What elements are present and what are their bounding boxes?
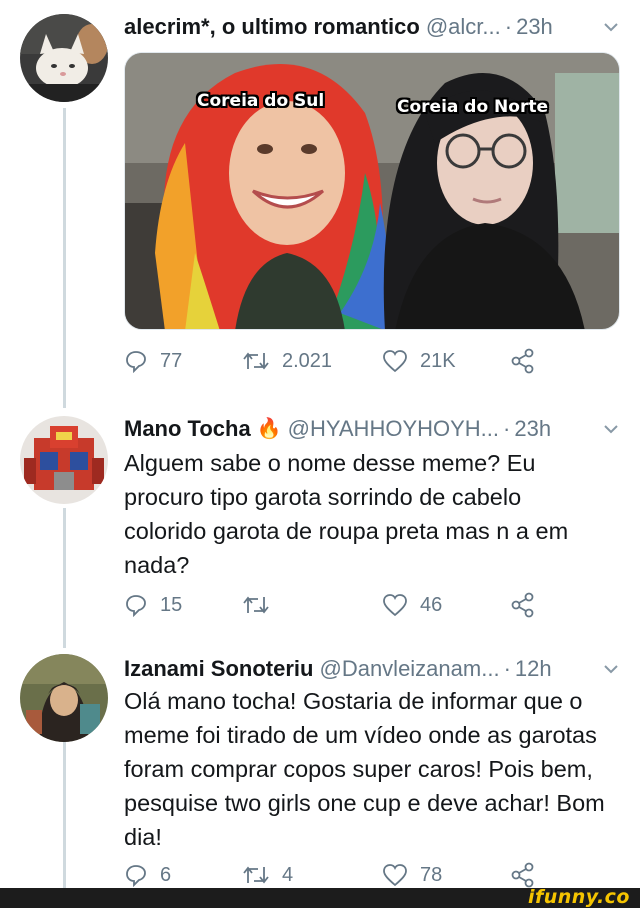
avatar[interactable]: [20, 654, 108, 742]
chevron-down-icon[interactable]: [602, 660, 620, 678]
reply-button[interactable]: 6: [124, 858, 171, 892]
reply-count: 15: [160, 593, 183, 616]
avatar[interactable]: [20, 416, 108, 504]
share-icon: [511, 348, 534, 374]
retweet-icon: [243, 352, 269, 370]
separator: ·: [503, 416, 511, 441]
tweet-text: Alguem sabe o nome desse meme? Eu procur…: [124, 450, 569, 578]
display-name[interactable]: alecrim*, o ultimo romantico: [124, 12, 420, 42]
user-handle[interactable]: @alcr...: [426, 12, 501, 42]
tweet-text: Olá mano tocha! Gostaria de informar que…: [124, 688, 605, 850]
timestamp[interactable]: 23h: [514, 414, 551, 444]
share-button[interactable]: [510, 344, 548, 378]
timestamp[interactable]: 23h: [516, 12, 553, 42]
reply-button[interactable]: 15: [124, 588, 182, 622]
chevron-down-icon[interactable]: [602, 420, 620, 438]
display-name[interactable]: Izanami Sonoteriu: [124, 654, 313, 684]
like-button[interactable]: 46: [382, 588, 442, 622]
tweet[interactable]: Izanami Sonoteriu @Danvleizanam... · 12h…: [0, 640, 640, 888]
display-name[interactable]: Mano Tocha: [124, 414, 251, 444]
user-handle[interactable]: @HYAHHOYHOYH...: [288, 414, 499, 444]
like-icon: [383, 864, 407, 887]
reply-icon: [126, 351, 146, 373]
timestamp[interactable]: 12h: [515, 654, 552, 684]
share-icon: [511, 592, 534, 618]
retweet-button[interactable]: [242, 588, 282, 622]
chevron-down-icon[interactable]: [602, 18, 620, 36]
like-button[interactable]: 21K: [382, 344, 456, 378]
image-caption-left: Coreia do Sul: [197, 91, 325, 111]
image-caption-right: Coreia do Norte: [397, 97, 548, 117]
fire-emoji: 🔥: [256, 418, 282, 440]
tweet-image[interactable]: Coreia do Sul Coreia do Norte: [124, 52, 620, 330]
like-button[interactable]: 78: [382, 858, 442, 892]
retweet-count: 4: [282, 863, 294, 886]
share-button[interactable]: [510, 588, 548, 622]
retweet-icon: [243, 866, 269, 884]
reply-icon: [126, 865, 146, 887]
reply-count: 77: [160, 349, 183, 372]
reply-icon: [126, 595, 146, 617]
tweet[interactable]: Mano Tocha 🔥 @HYAHHOYHOYH... · 23h Algue…: [0, 400, 640, 640]
retweet-icon: [243, 596, 269, 614]
retweet-button[interactable]: 4: [242, 858, 293, 892]
like-count: 78: [420, 863, 443, 886]
avatar[interactable]: [20, 14, 108, 102]
reply-count: 6: [160, 863, 172, 886]
like-count: 46: [420, 593, 443, 616]
like-icon: [383, 350, 407, 373]
tweet[interactable]: alecrim*, o ultimo romantico @alcr... · …: [0, 0, 640, 400]
ifunny-watermark: ifunny.co: [527, 886, 630, 908]
like-count: 21K: [420, 349, 456, 372]
separator: ·: [504, 14, 513, 39]
reply-button[interactable]: 77: [124, 344, 182, 378]
share-icon: [511, 862, 534, 888]
watermark-bar: ifunny.co: [0, 886, 640, 908]
retweet-count: 2.021: [282, 349, 333, 372]
user-handle[interactable]: @Danvleizanam...: [319, 654, 499, 684]
like-icon: [383, 594, 407, 617]
separator: ·: [503, 656, 511, 681]
retweet-button[interactable]: 2.021: [242, 344, 332, 378]
